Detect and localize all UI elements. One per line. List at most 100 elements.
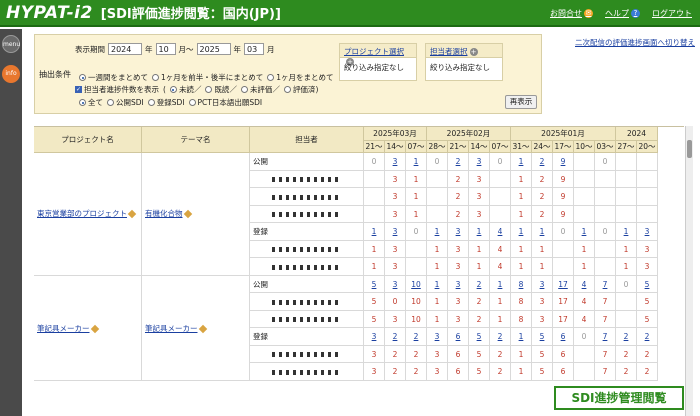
count-link[interactable]: 3: [540, 280, 545, 289]
count-link[interactable]: 7: [603, 280, 608, 289]
total-cell[interactable]: 2: [490, 328, 511, 346]
count-link[interactable]: 3: [477, 157, 482, 166]
switch-view-link[interactable]: 二次配信の評価進捗画面へ切り替え: [575, 37, 695, 48]
all-radio[interactable]: [79, 99, 86, 106]
count-link[interactable]: 17: [558, 280, 568, 289]
total-cell[interactable]: 2: [616, 328, 637, 346]
count-link[interactable]: 5: [477, 332, 482, 341]
count-link[interactable]: 3: [645, 227, 650, 236]
count-link[interactable]: 1: [435, 280, 440, 289]
total-cell[interactable]: 3: [427, 328, 448, 346]
info-button[interactable]: info: [2, 65, 20, 83]
project-select-link[interactable]: プロジェクト選択+: [340, 44, 416, 66]
project-link[interactable]: 筆記具メーカー: [37, 324, 90, 333]
total-cell[interactable]: 3: [532, 275, 553, 293]
count-link[interactable]: 2: [393, 332, 398, 341]
total-cell[interactable]: 1: [364, 223, 385, 241]
total-cell[interactable]: 17: [553, 275, 574, 293]
scroll-thumb[interactable]: [687, 140, 692, 158]
count-link[interactable]: 6: [561, 332, 566, 341]
total-cell[interactable]: 1: [574, 223, 595, 241]
total-cell[interactable]: 1: [469, 223, 490, 241]
count-link[interactable]: 1: [582, 227, 587, 236]
total-cell[interactable]: 2: [406, 328, 427, 346]
count-link[interactable]: 1: [477, 227, 482, 236]
count-link[interactable]: 9: [561, 157, 566, 166]
unevaluated-radio[interactable]: [240, 86, 248, 93]
edit-icon[interactable]: [127, 209, 137, 219]
total-cell[interactable]: 6: [553, 328, 574, 346]
count-link[interactable]: 4: [498, 227, 503, 236]
edit-icon[interactable]: [183, 209, 192, 219]
total-cell[interactable]: 3: [448, 223, 469, 241]
total-cell[interactable]: 1: [511, 223, 532, 241]
from-year-input[interactable]: 2024: [108, 43, 142, 55]
show-count-checkbox[interactable]: ✓: [75, 86, 82, 93]
count-link[interactable]: 2: [540, 157, 545, 166]
count-link[interactable]: 3: [393, 280, 398, 289]
count-link[interactable]: 1: [519, 157, 524, 166]
count-link[interactable]: 1: [498, 280, 503, 289]
total-cell[interactable]: 2: [469, 275, 490, 293]
read-radio[interactable]: [205, 86, 213, 93]
count-link[interactable]: 3: [393, 227, 398, 236]
count-link[interactable]: 1: [435, 227, 440, 236]
theme-link[interactable]: 筆記具メーカー: [145, 324, 198, 333]
count-link[interactable]: 2: [645, 332, 650, 341]
edit-icon[interactable]: [90, 324, 99, 333]
total-cell[interactable]: 3: [637, 223, 658, 241]
total-cell[interactable]: 4: [490, 223, 511, 241]
unread-radio[interactable]: [169, 86, 177, 93]
total-cell[interactable]: 5: [469, 328, 490, 346]
total-cell[interactable]: 8: [511, 275, 532, 293]
evaluated-radio[interactable]: [283, 86, 291, 93]
count-link[interactable]: 3: [456, 280, 461, 289]
count-link[interactable]: 1: [372, 227, 377, 236]
total-cell[interactable]: 7: [595, 275, 616, 293]
total-cell[interactable]: 3: [364, 328, 385, 346]
count-link[interactable]: 3: [372, 332, 377, 341]
contact-link[interactable]: お問合せ ✉: [550, 8, 593, 19]
count-link[interactable]: 5: [645, 280, 650, 289]
total-cell[interactable]: 1: [616, 223, 637, 241]
total-cell[interactable]: 3: [448, 275, 469, 293]
total-cell[interactable]: 5: [637, 275, 658, 293]
total-cell[interactable]: 3: [469, 153, 490, 171]
count-link[interactable]: 1: [624, 227, 629, 236]
public-sdi-radio[interactable]: [107, 99, 114, 106]
total-cell[interactable]: 1: [406, 153, 427, 171]
count-link[interactable]: 3: [393, 157, 398, 166]
total-cell[interactable]: 2: [532, 153, 553, 171]
redisplay-button[interactable]: 再表示: [505, 95, 537, 109]
vertical-scrollbar[interactable]: [685, 126, 693, 416]
total-cell[interactable]: 5: [532, 328, 553, 346]
to-month-input[interactable]: 03: [244, 43, 264, 55]
total-cell[interactable]: 4: [574, 275, 595, 293]
count-link[interactable]: 7: [603, 332, 608, 341]
total-cell[interactable]: 1: [427, 223, 448, 241]
total-cell[interactable]: 5: [364, 275, 385, 293]
logout-link[interactable]: ログアウト: [652, 8, 692, 19]
total-cell[interactable]: 3: [385, 275, 406, 293]
total-cell[interactable]: 9: [553, 153, 574, 171]
count-link[interactable]: 3: [435, 332, 440, 341]
half-month-radio[interactable]: [152, 74, 159, 81]
count-link[interactable]: 1: [519, 332, 524, 341]
from-month-input[interactable]: 10: [155, 43, 176, 55]
pct-sdi-radio[interactable]: [188, 99, 196, 106]
total-cell[interactable]: 1: [427, 275, 448, 293]
count-link[interactable]: 1: [540, 227, 545, 236]
to-year-input[interactable]: 2025: [196, 43, 231, 55]
count-link[interactable]: 5: [540, 332, 545, 341]
total-cell[interactable]: 3: [385, 223, 406, 241]
total-cell[interactable]: 6: [448, 328, 469, 346]
menu-button[interactable]: menu: [2, 35, 20, 53]
count-link[interactable]: 2: [624, 332, 629, 341]
count-link[interactable]: 1: [519, 227, 524, 236]
total-cell[interactable]: 1: [490, 275, 511, 293]
count-link[interactable]: 2: [456, 157, 461, 166]
count-link[interactable]: 4: [582, 280, 587, 289]
count-link[interactable]: 8: [519, 280, 524, 289]
count-link[interactable]: 2: [498, 332, 503, 341]
total-cell[interactable]: 1: [532, 223, 553, 241]
